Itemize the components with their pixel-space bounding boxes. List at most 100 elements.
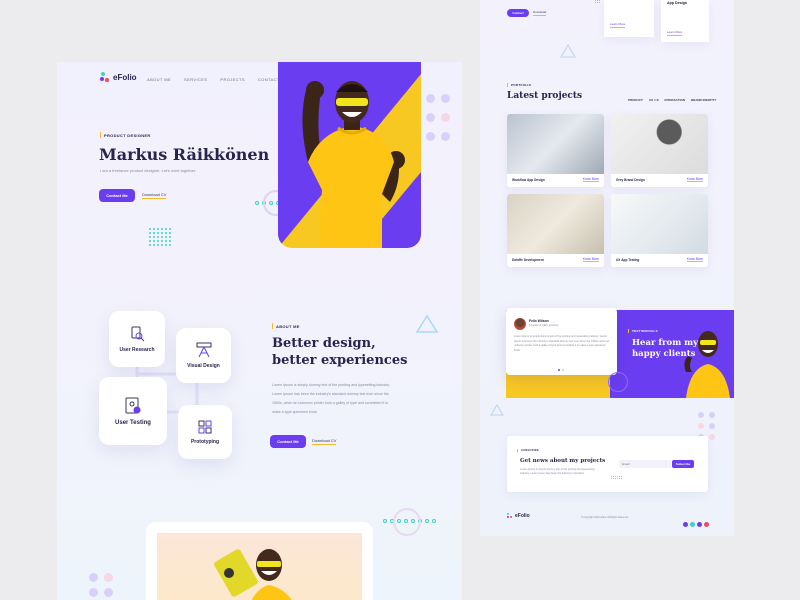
newsletter-text: Lorem Ipsum is simply dummy text of the … <box>520 468 595 475</box>
portfolio-page-preview: Contact Download Learn More App Design L… <box>480 0 734 536</box>
newsletter-kicker-text: SUBSCRIBE <box>521 449 539 452</box>
triangle-icon <box>490 404 504 416</box>
hero-tagline: I am a freelance product designer, Let's… <box>100 168 197 173</box>
about-kicker-text: ABOUT ME <box>276 323 300 329</box>
logo-mark-icon <box>100 72 111 83</box>
portfolio-tabs: PRODUCT UX / UI INTERACTION BRAND IDENTI… <box>628 98 716 102</box>
hero-portrait-image <box>278 62 421 248</box>
brand-name: eFolio <box>113 73 137 82</box>
tab-interaction[interactable]: INTERACTION <box>665 98 686 102</box>
about-para-line: 1500s, when an unknown printer took a ga… <box>272 401 389 405</box>
decor-circles-2 <box>89 573 113 597</box>
about-para-line: make a type specimen book. <box>272 410 318 414</box>
skill-label: Visual Design <box>187 363 220 369</box>
portfolio-kicker: PORTFOLIO <box>507 83 531 87</box>
linkedin-icon[interactable] <box>697 522 702 527</box>
project-card[interactable]: Grey Brand Design Know More <box>611 114 708 187</box>
skill-card-user-testing: User Testing <box>99 377 167 445</box>
testimonial-kicker-text: TESTIMONIALS <box>632 329 658 333</box>
service-card-1: Learn More <box>604 0 654 37</box>
project-card[interactable]: Workflow App Design Know More <box>507 114 604 187</box>
twitter-icon[interactable] <box>690 522 695 527</box>
nav-contact[interactable]: CONTACT <box>258 77 280 82</box>
carousel-dots[interactable] <box>558 369 564 371</box>
skill-label: Prototyping <box>190 438 220 445</box>
triangle-icon <box>560 44 576 58</box>
avatar <box>514 318 526 330</box>
footer-brand-name: eFolio <box>515 513 530 519</box>
gallery-photo <box>157 533 362 600</box>
testimonial-role: Founder & CEO, LevelUp <box>529 324 559 327</box>
service-learn-more-2[interactable]: Learn More <box>667 30 683 36</box>
decor-ring-2 <box>393 508 421 536</box>
project-name: Grey Brand Design <box>616 177 645 182</box>
brand-logo[interactable]: eFolio <box>100 72 137 83</box>
landing-page-preview: eFolio ABOUT ME SERVICES PROJECTS CONTAC… <box>57 62 462 600</box>
project-thumbnail <box>507 114 604 174</box>
about-kicker: ABOUT ME <box>272 323 300 329</box>
hero-kicker-text: PRODUCT DESIGNER <box>104 132 151 138</box>
skill-card-prototyping: Prototyping <box>178 405 232 459</box>
facebook-icon[interactable] <box>683 522 688 527</box>
project-name: UX App Testing <box>616 257 640 262</box>
service-card-2: App Design Learn More <box>661 0 709 42</box>
decor-dot-grid <box>149 228 171 246</box>
user-testing-icon <box>125 397 141 413</box>
nav-projects[interactable]: PROJECTS <box>220 77 245 82</box>
about-para-line: Lorem Ipsum is simply dummy text of the … <box>272 383 390 387</box>
nav-services[interactable]: SERVICES <box>184 77 207 82</box>
newsletter-title: Get news about my projects <box>520 458 606 464</box>
project-card[interactable]: Dolaffe Development Know More <box>507 194 604 267</box>
portrait-boombox-image <box>214 549 292 600</box>
hero-name: Markus Räikkönen <box>99 145 270 164</box>
hero-download-cv-link[interactable]: Download CV <box>142 192 167 199</box>
project-card[interactable]: UX App Testing Know More <box>611 194 708 267</box>
project-link[interactable]: Know More <box>686 257 703 262</box>
instagram-icon[interactable] <box>704 522 709 527</box>
visual-design-icon <box>196 342 211 358</box>
skill-card-user-research: User Research <box>109 311 165 367</box>
prototyping-icon <box>198 420 212 433</box>
hero-kicker: PRODUCT DESIGNER <box>100 132 151 138</box>
nav-about[interactable]: ABOUT ME <box>147 77 171 82</box>
testimonial-kicker: TESTIMONIALS <box>628 329 658 333</box>
testimonial-card: Felix Wilson Founder & CEO, LevelUp Lore… <box>506 308 617 375</box>
skill-label: User Testing <box>115 419 151 426</box>
decor-ring-r <box>608 372 628 392</box>
about-download-cv-link[interactable]: Download CV <box>312 438 337 445</box>
portfolio-title: Latest projects <box>507 91 583 101</box>
tab-brand-identity[interactable]: BRAND IDENTITY <box>691 98 716 102</box>
decor-dot-grid-n <box>611 476 622 479</box>
project-thumbnail <box>611 194 708 254</box>
hero-photo <box>278 62 421 248</box>
top-contact-button[interactable]: Contact <box>507 9 529 17</box>
tab-ux-ui[interactable]: UX / UI <box>649 98 659 102</box>
project-link[interactable]: Know More <box>582 257 599 262</box>
top-download-link[interactable]: Download <box>533 10 547 16</box>
project-thumbnail <box>611 114 708 174</box>
project-name: Dolaffe Development <box>512 257 544 262</box>
testimonial-author: Felix Wilson <box>529 319 549 323</box>
hero-contact-button[interactable]: Contact Me <box>99 189 135 202</box>
user-research-icon <box>131 326 145 341</box>
main-nav: ABOUT ME SERVICES PROJECTS CONTACT <box>147 77 280 82</box>
newsletter-card: SUBSCRIBE Get news about my projects Lor… <box>507 436 708 492</box>
project-thumbnail <box>507 194 604 254</box>
about-contact-button[interactable]: Contact Me <box>270 435 306 448</box>
skill-label: User Research <box>119 346 155 353</box>
newsletter-kicker: SUBSCRIBE <box>517 449 539 452</box>
social-links <box>681 514 709 532</box>
about-title: Better design, better experiences <box>272 335 407 369</box>
project-link[interactable]: Know More <box>686 177 703 182</box>
subscribe-button[interactable]: Subscribe <box>672 460 694 468</box>
decor-circles <box>426 94 450 141</box>
project-link[interactable]: Know More <box>582 177 599 182</box>
tab-product[interactable]: PRODUCT <box>628 98 643 102</box>
service-title: App Design <box>667 1 687 5</box>
testimonial-quote: Lorem Ipsum is simply dummy text of the … <box>514 335 610 352</box>
logo-mark-icon <box>507 513 513 519</box>
skill-card-visual-design: Visual Design <box>176 328 231 383</box>
newsletter-email-input[interactable] <box>619 460 671 468</box>
service-learn-more[interactable]: Learn More <box>610 22 626 28</box>
footer-logo[interactable]: eFolio <box>507 513 530 519</box>
